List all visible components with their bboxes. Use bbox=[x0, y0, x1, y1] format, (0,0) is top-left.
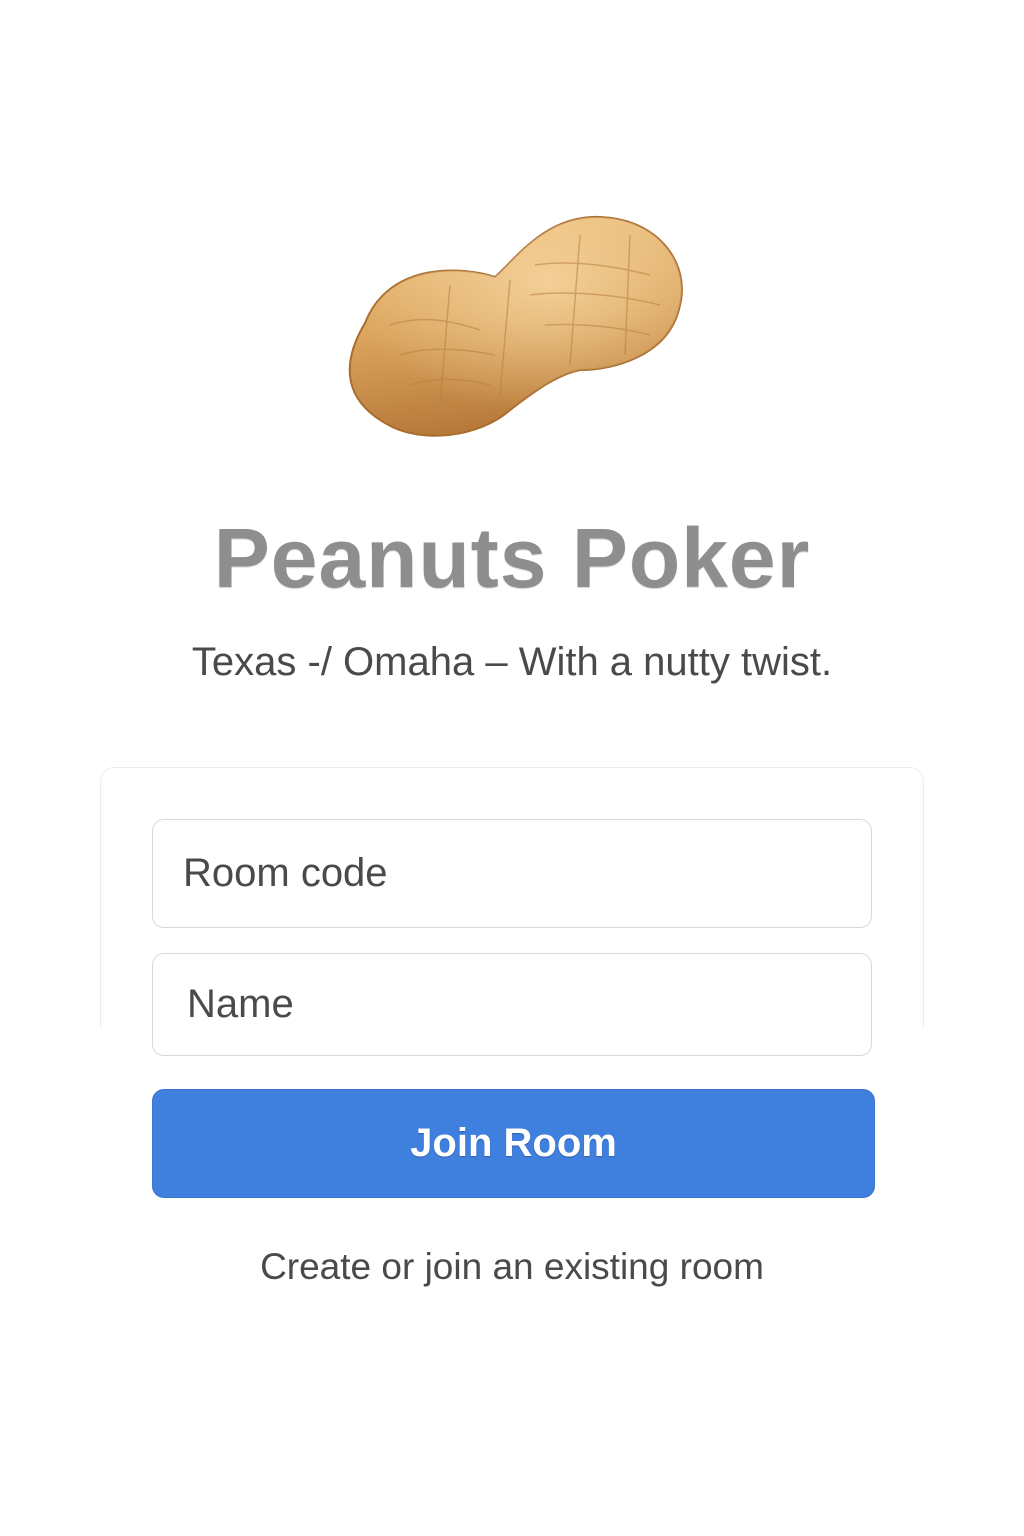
page-title: Peanuts Poker bbox=[213, 511, 811, 605]
login-page: Peanuts Poker Texas -/ Omaha – With a nu… bbox=[0, 0, 1024, 1536]
peanut-icon bbox=[348, 215, 683, 437]
name-input[interactable] bbox=[152, 953, 872, 1056]
create-or-join-link[interactable]: Create or join an existing room bbox=[0, 1246, 1024, 1288]
join-room-button[interactable]: Join Room bbox=[152, 1089, 875, 1198]
page-subtitle: Texas -/ Omaha – With a nutty twist. bbox=[191, 640, 833, 684]
room-code-input[interactable] bbox=[152, 819, 872, 928]
